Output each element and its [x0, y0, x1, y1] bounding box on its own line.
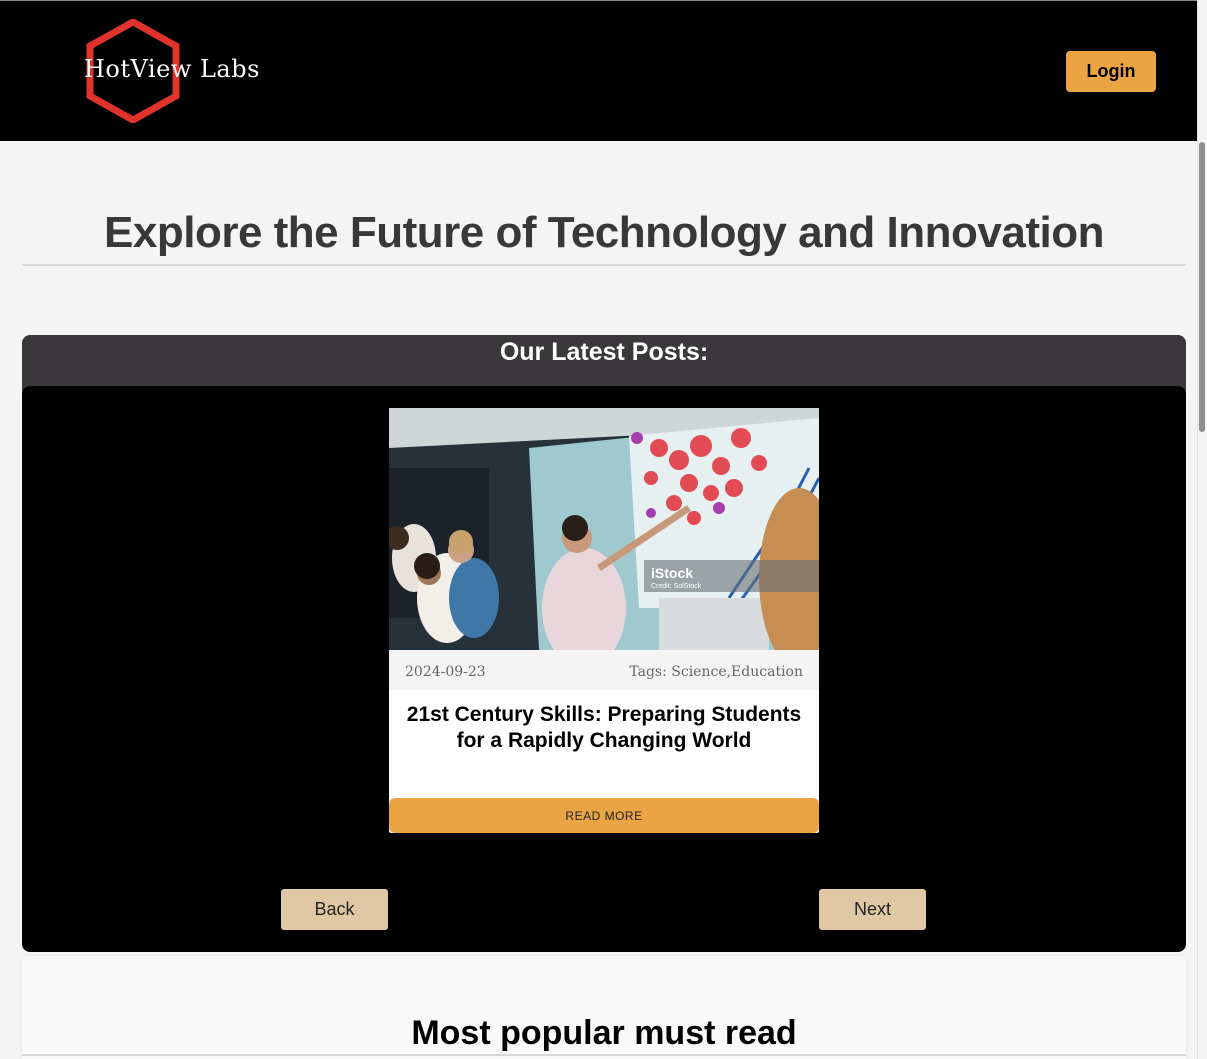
- hotview-labs-logo[interactable]: HotView Labs: [84, 19, 264, 123]
- post-tags: Tags: Science,Education: [629, 664, 803, 680]
- scrollbar-thumb[interactable]: [1199, 142, 1205, 432]
- login-button[interactable]: Login: [1066, 51, 1156, 92]
- posts-carousel: iStock Credit: SolStock 2024-09-23 Tags:…: [22, 386, 1186, 952]
- image-credit: Credit: SolStock: [651, 583, 702, 590]
- image-watermark: iStock: [651, 565, 693, 581]
- read-more-button[interactable]: READ MORE: [389, 798, 819, 833]
- most-popular-title: Most popular must read: [411, 1014, 797, 1052]
- post-image[interactable]: iStock Credit: SolStock: [389, 408, 819, 650]
- back-button[interactable]: Back: [281, 889, 388, 930]
- site-header: HotView Labs Login: [0, 0, 1197, 141]
- post-title[interactable]: 21st Century Skills: Preparing Students …: [405, 702, 803, 754]
- next-button[interactable]: Next: [819, 889, 926, 930]
- section-divider: [22, 1054, 1186, 1056]
- post-card: iStock Credit: SolStock 2024-09-23 Tags:…: [389, 408, 819, 833]
- post-date: 2024-09-23: [405, 664, 486, 680]
- page-title: Explore the Future of Technology and Inn…: [104, 208, 1104, 257]
- title-divider: [22, 264, 1186, 266]
- post-meta: 2024-09-23 Tags: Science,Education: [389, 650, 819, 690]
- latest-posts-title: Our Latest Posts:: [499, 338, 709, 366]
- logo-text: HotView Labs: [84, 55, 260, 83]
- most-popular-section: Most popular must read: [22, 956, 1186, 1059]
